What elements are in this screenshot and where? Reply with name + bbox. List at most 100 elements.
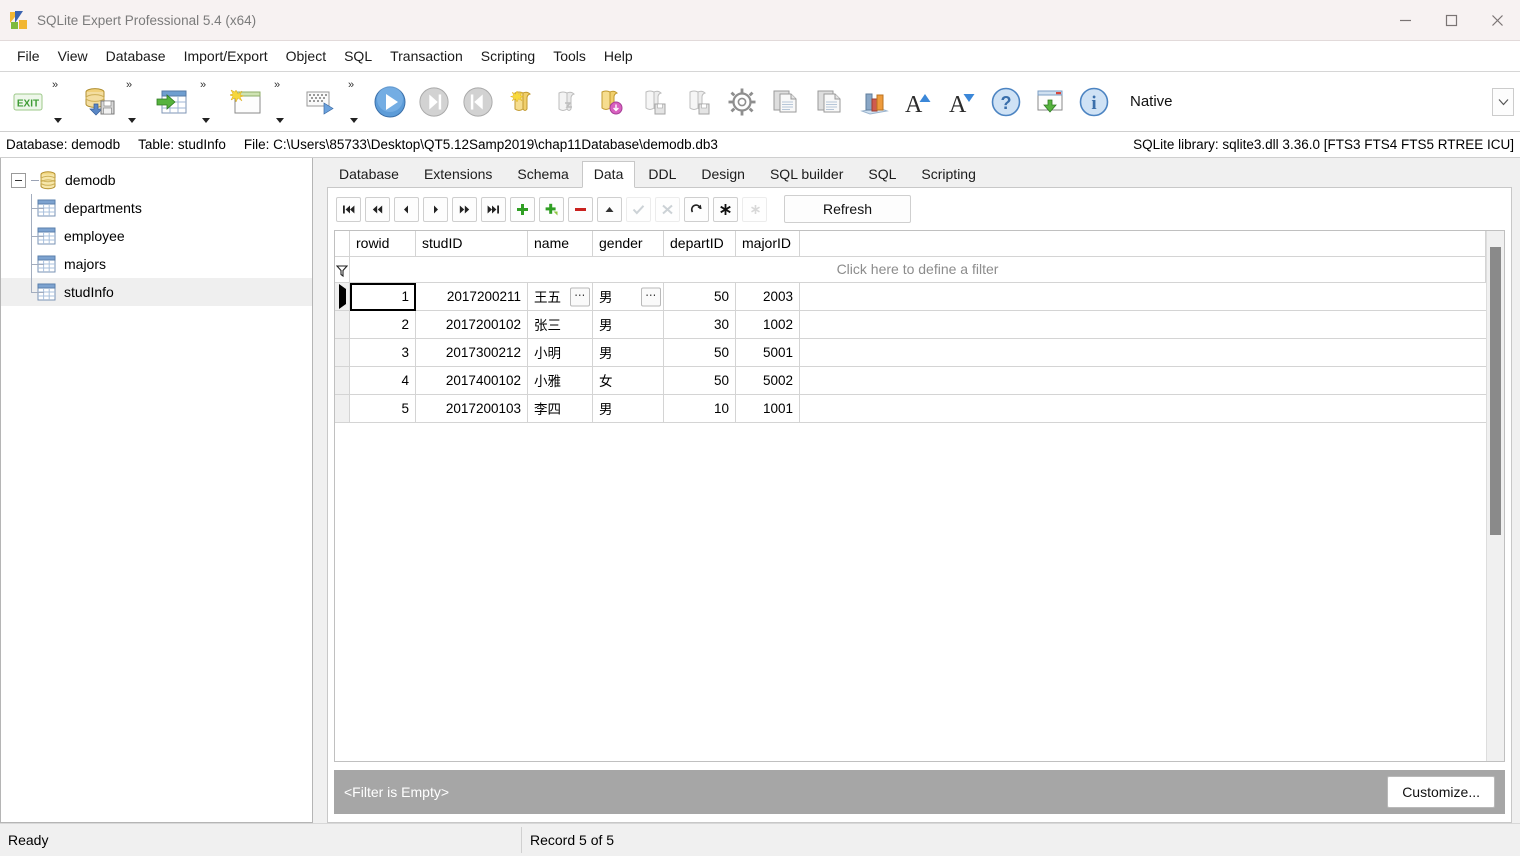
column-header-name[interactable]: name (527, 231, 593, 257)
tab-schema[interactable]: Schema (505, 161, 581, 188)
collapse-expander-icon[interactable] (11, 172, 26, 188)
refresh-record-button[interactable] (684, 196, 709, 222)
customize-button[interactable]: Customize... (1387, 776, 1495, 808)
install-window-button[interactable] (1028, 78, 1072, 126)
next-page-button[interactable] (452, 196, 477, 222)
clear-null-button[interactable] (742, 196, 767, 222)
cell-majorid[interactable]: 5002 (735, 366, 800, 395)
prior-page-button[interactable] (365, 196, 390, 222)
post-edit-button[interactable] (626, 196, 651, 222)
tab-sql[interactable]: SQL (856, 161, 909, 188)
statistics-button[interactable] (852, 78, 896, 126)
menu-object[interactable]: Object (277, 44, 335, 68)
sidebar-item-employee[interactable]: employee (1, 222, 312, 250)
sql-download-button[interactable] (588, 78, 632, 126)
cell-majorid[interactable]: 5001 (735, 338, 800, 367)
filter-row[interactable]: Click here to define a filter (335, 256, 1486, 283)
increase-font-button[interactable]: A (896, 78, 940, 126)
run-sql-button[interactable] (544, 78, 588, 126)
set-null-button[interactable] (713, 196, 738, 222)
close-button[interactable] (1474, 0, 1520, 40)
exit-dropdown[interactable]: » (50, 78, 72, 126)
table-row[interactable]: 5 2017200103 李四 男 10 1001 (335, 394, 1486, 423)
sidebar-item-departments[interactable]: departments (1, 194, 312, 222)
tab-data[interactable]: Data (581, 161, 636, 188)
column-header-majorid[interactable]: majorID (735, 231, 800, 257)
insert-record-button[interactable] (510, 196, 535, 222)
tab-database[interactable]: Database (327, 161, 411, 188)
import-data-button[interactable] (146, 78, 198, 126)
cell-rowid[interactable]: 2 (349, 310, 416, 339)
paste-button[interactable] (808, 78, 852, 126)
cell-majorid[interactable]: 1002 (735, 310, 800, 339)
cell-departid[interactable]: 50 (663, 366, 736, 395)
table-row[interactable]: 2 2017200102 张三 男 30 1002 (335, 310, 1486, 339)
cell-gender[interactable]: 女 (592, 366, 664, 395)
options-button[interactable] (720, 78, 764, 126)
cell-departid[interactable]: 10 (663, 394, 736, 423)
tab-extensions[interactable]: Extensions (411, 161, 505, 188)
cell-name[interactable]: 王五 ⋯ (527, 282, 593, 311)
backup-database-button[interactable] (72, 78, 124, 126)
new-window-dropdown[interactable]: » (272, 78, 294, 126)
name-editor-ellipsis-button[interactable]: ⋯ (570, 287, 590, 306)
exit-button[interactable]: EXIT (6, 78, 50, 126)
tab-sql-builder[interactable]: SQL builder (757, 161, 856, 188)
menu-database[interactable]: Database (97, 44, 175, 68)
table-row[interactable]: 1 2017200211 王五 ⋯ 男 ⋯ 50 2003 (335, 282, 1486, 311)
cell-name[interactable]: 张三 (527, 310, 593, 339)
menu-import-export[interactable]: Import/Export (175, 44, 277, 68)
design-grid-dropdown[interactable]: » (346, 78, 368, 126)
menu-transaction[interactable]: Transaction (381, 44, 472, 68)
column-header-departid[interactable]: departID (663, 231, 736, 257)
copy-button[interactable] (764, 78, 808, 126)
last-record-button[interactable] (481, 196, 506, 222)
minimize-button[interactable] (1382, 0, 1428, 40)
refresh-button[interactable]: Refresh (784, 195, 911, 223)
menu-tools[interactable]: Tools (544, 44, 595, 68)
cell-studid[interactable]: 2017200103 (415, 394, 528, 423)
cell-name[interactable]: 小雅 (527, 366, 593, 395)
cell-name[interactable]: 李四 (527, 394, 593, 423)
cell-departid[interactable]: 30 (663, 310, 736, 339)
cell-gender[interactable]: 男 (592, 394, 664, 423)
execute-first-button[interactable] (456, 78, 500, 126)
toolbar-overflow-button[interactable] (1492, 87, 1514, 116)
design-grid-button[interactable] (294, 78, 346, 126)
funnel-icon[interactable] (335, 256, 350, 283)
cell-majorid[interactable]: 2003 (735, 282, 800, 311)
cell-rowid[interactable]: 4 (349, 366, 416, 395)
cell-gender[interactable]: 男 (592, 310, 664, 339)
first-record-button[interactable] (336, 196, 361, 222)
cell-rowid[interactable]: 3 (349, 338, 416, 367)
maximize-button[interactable] (1428, 0, 1474, 40)
cell-departid[interactable]: 50 (663, 338, 736, 367)
cell-studid[interactable]: 2017400102 (415, 366, 528, 395)
column-header-studid[interactable]: studID (415, 231, 528, 257)
save-sql-button[interactable] (632, 78, 676, 126)
cell-gender[interactable]: 男 (592, 338, 664, 367)
cancel-edit-button[interactable] (655, 196, 680, 222)
delete-record-button[interactable] (568, 196, 593, 222)
table-row[interactable]: 3 2017300212 小明 男 50 5001 (335, 338, 1486, 367)
new-window-button[interactable] (220, 78, 272, 126)
menu-view[interactable]: View (49, 44, 97, 68)
sidebar-item-majors[interactable]: majors (1, 250, 312, 278)
cell-name[interactable]: 小明 (527, 338, 593, 367)
import-dropdown[interactable]: » (198, 78, 220, 126)
save-sql-as-button[interactable] (676, 78, 720, 126)
menu-scripting[interactable]: Scripting (472, 44, 544, 68)
filter-bar[interactable]: <Filter is Empty> Customize... (334, 770, 1505, 814)
cell-departid[interactable]: 50 (663, 282, 736, 311)
edit-record-button[interactable] (597, 196, 622, 222)
new-sql-button[interactable] (500, 78, 544, 126)
help-button[interactable]: ? (984, 78, 1028, 126)
cell-studid[interactable]: 2017300212 (415, 338, 528, 367)
tab-design[interactable]: Design (689, 161, 757, 188)
menu-help[interactable]: Help (595, 44, 642, 68)
backup-dropdown[interactable]: » (124, 78, 146, 126)
cell-rowid[interactable]: 1 (349, 282, 416, 311)
next-record-button[interactable] (423, 196, 448, 222)
execute-step-button[interactable] (412, 78, 456, 126)
table-row[interactable]: 4 2017400102 小雅 女 50 5002 (335, 366, 1486, 395)
